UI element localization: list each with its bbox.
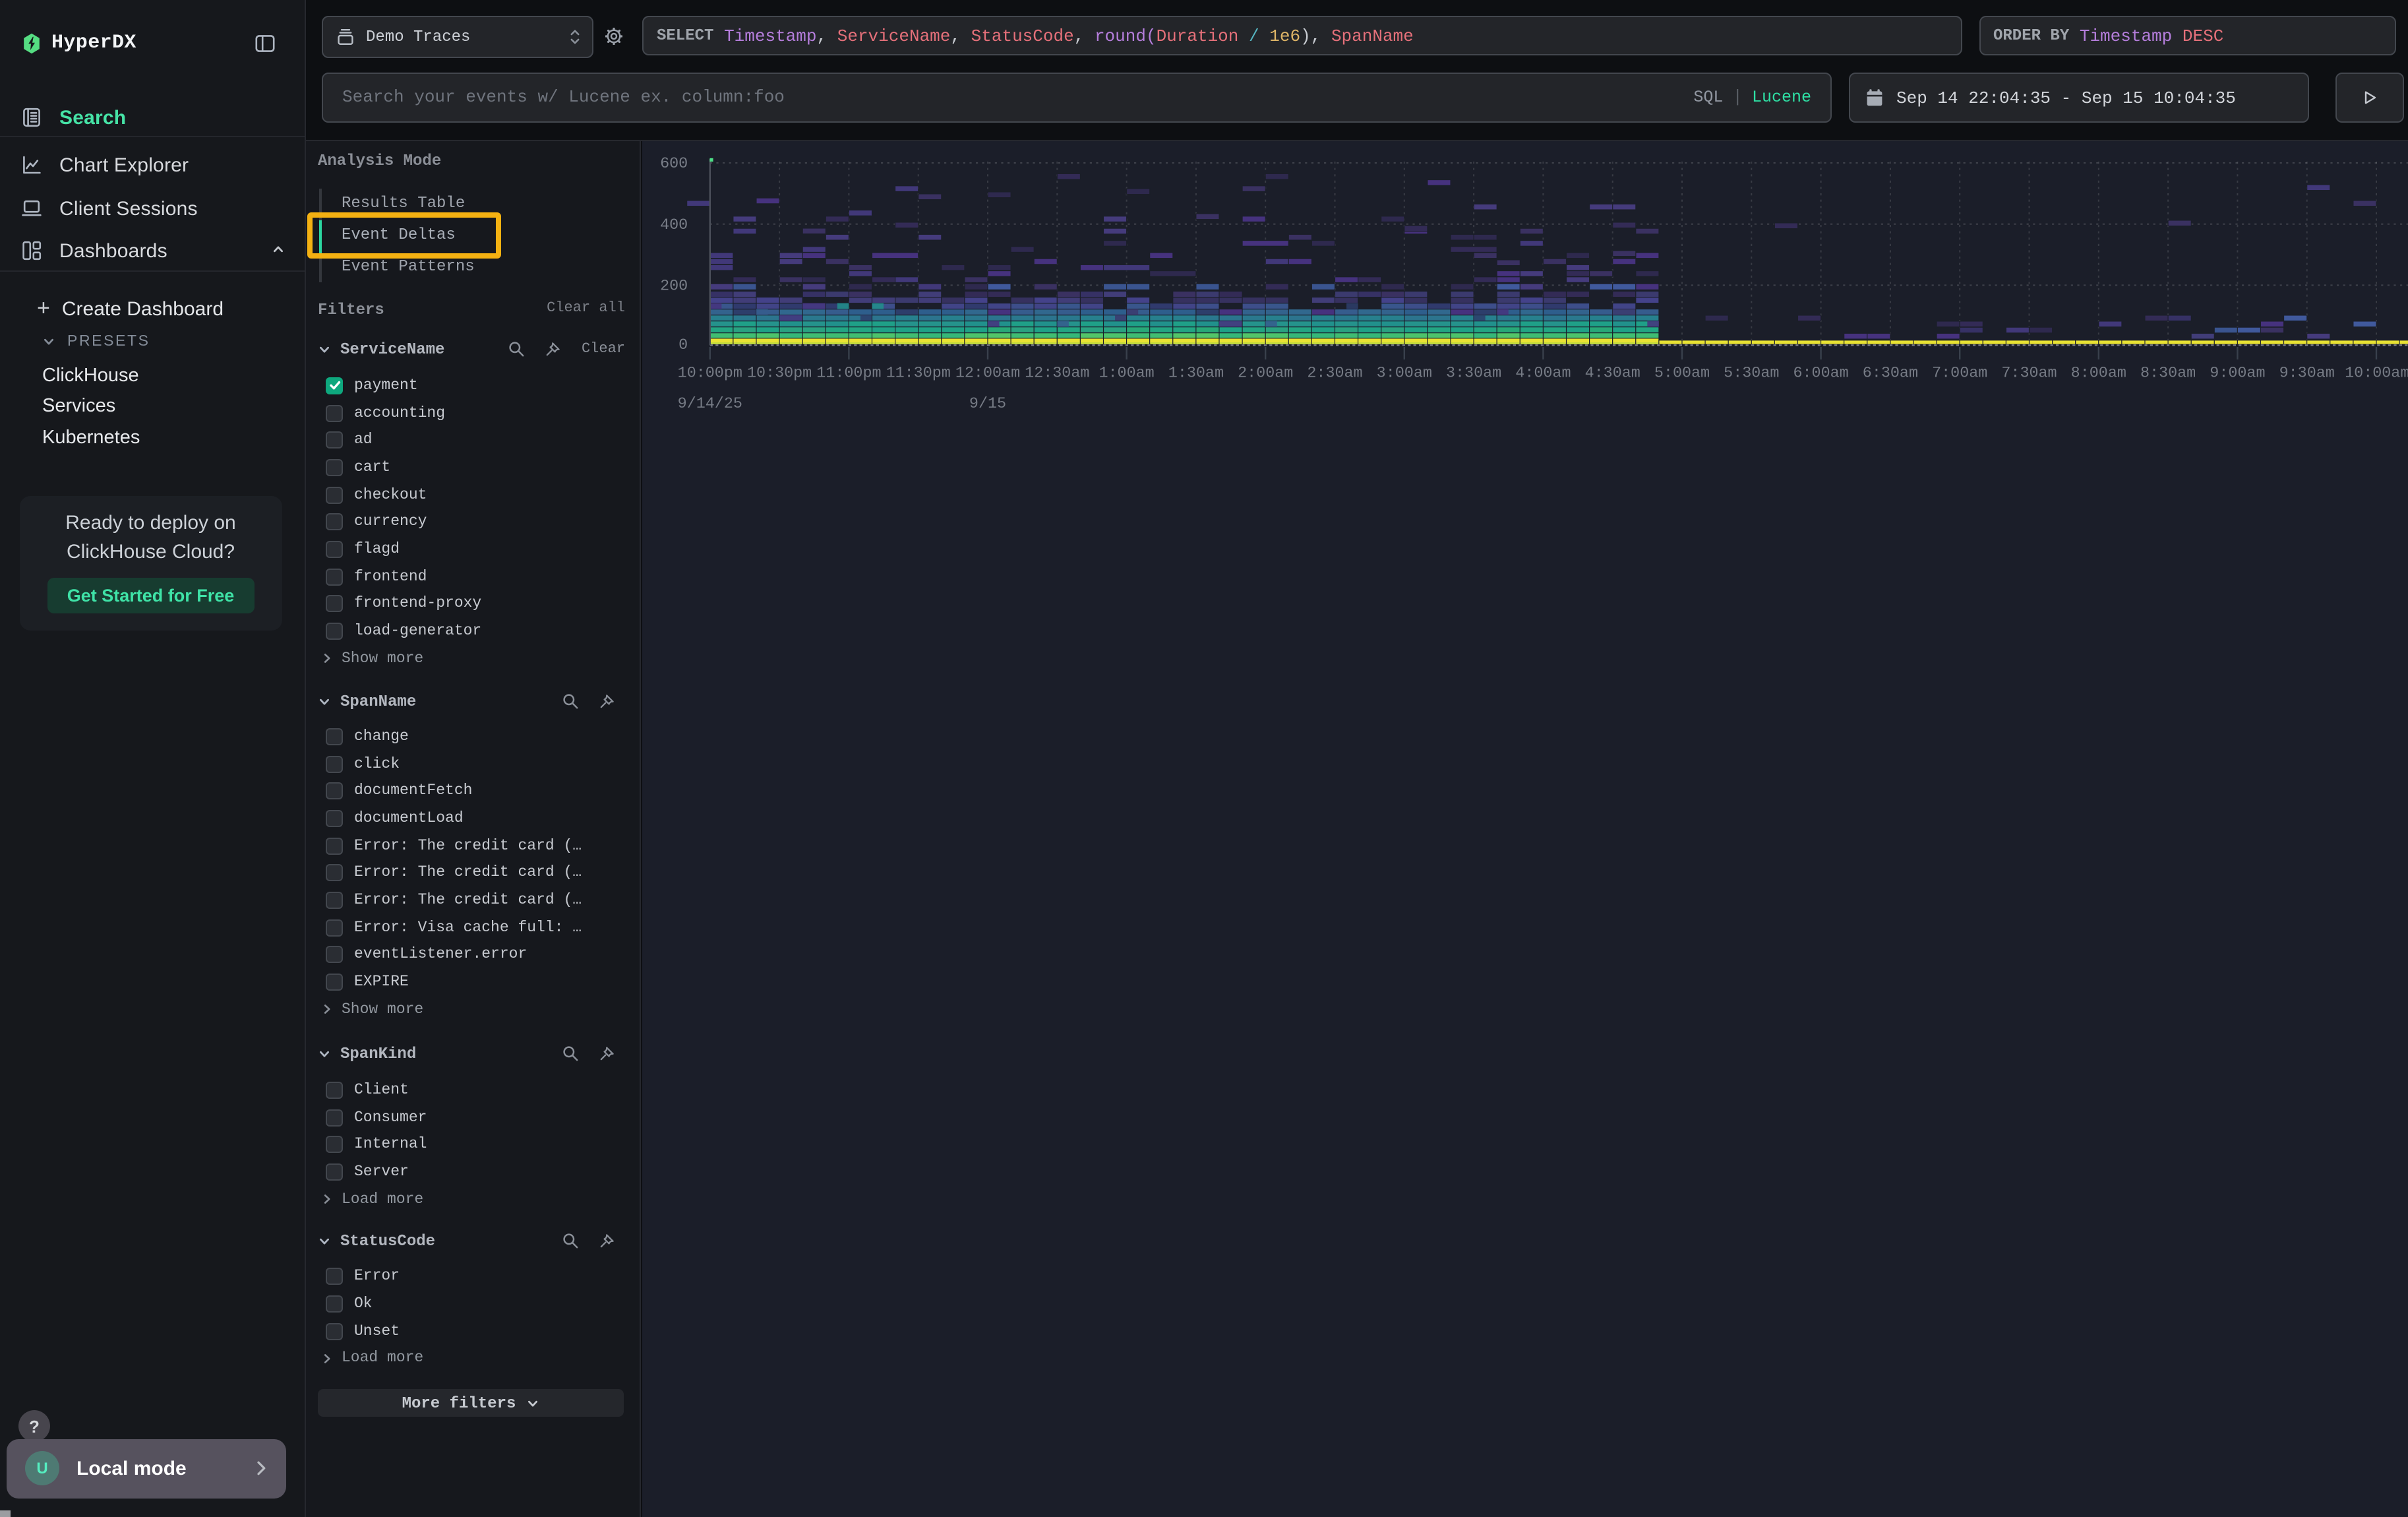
- svg-text:7:00am: 7:00am: [1931, 365, 1987, 383]
- svg-text:2:00am: 2:00am: [1237, 365, 1292, 383]
- svg-text:3:00am: 3:00am: [1376, 365, 1431, 383]
- svg-text:9:30am: 9:30am: [2279, 365, 2334, 383]
- svg-text:0: 0: [678, 337, 687, 354]
- svg-text:5:30am: 5:30am: [1723, 365, 1778, 383]
- svg-text:6:30am: 6:30am: [1862, 365, 1917, 383]
- svg-text:10:30pm: 10:30pm: [746, 365, 811, 383]
- svg-text:400: 400: [659, 217, 687, 234]
- svg-text:10:00am: 10:00am: [2344, 365, 2408, 383]
- svg-text:11:00pm: 11:00pm: [816, 365, 880, 383]
- svg-text:8:30am: 8:30am: [2140, 365, 2195, 383]
- svg-text:6:00am: 6:00am: [1792, 365, 1848, 383]
- svg-text:11:30pm: 11:30pm: [886, 365, 950, 383]
- svg-text:12:30am: 12:30am: [1024, 365, 1089, 383]
- svg-text:5:00am: 5:00am: [1654, 365, 1709, 383]
- svg-text:4:00am: 4:00am: [1515, 365, 1570, 383]
- svg-text:10:00pm: 10:00pm: [677, 365, 742, 383]
- svg-text:4:30am: 4:30am: [1584, 365, 1640, 383]
- svg-text:1:00am: 1:00am: [1098, 365, 1153, 383]
- svg-text:2:30am: 2:30am: [1306, 365, 1362, 383]
- svg-text:9/14/25: 9/14/25: [677, 396, 742, 413]
- svg-text:200: 200: [659, 278, 687, 295]
- svg-text:8:00am: 8:00am: [2070, 365, 2126, 383]
- svg-text:1:30am: 1:30am: [1168, 365, 1223, 383]
- svg-text:12:00am: 12:00am: [955, 365, 1019, 383]
- svg-text:3:30am: 3:30am: [1445, 365, 1501, 383]
- svg-text:9/15: 9/15: [969, 396, 1006, 413]
- svg-text:9:00am: 9:00am: [2209, 365, 2264, 383]
- svg-text:7:30am: 7:30am: [2001, 365, 2056, 383]
- svg-text:600: 600: [659, 156, 687, 173]
